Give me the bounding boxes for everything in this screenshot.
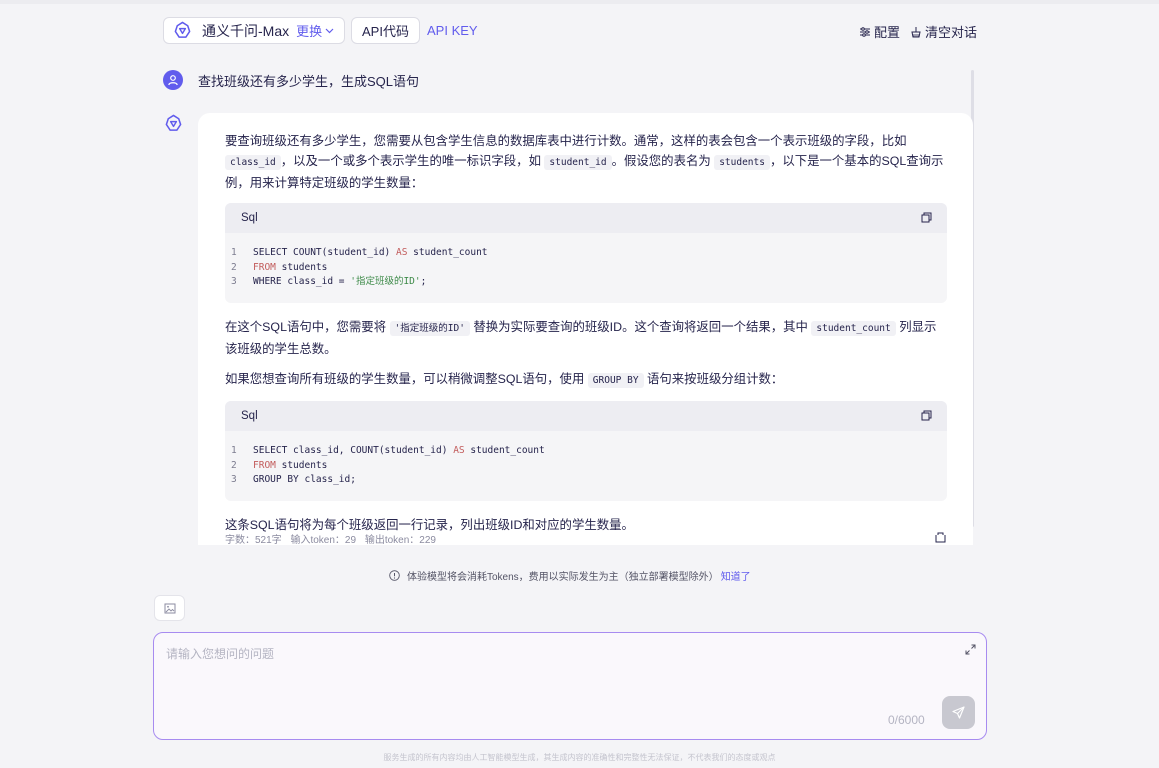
change-model-button[interactable]: 更换 bbox=[296, 21, 334, 40]
code-string: '指定班级的ID' bbox=[350, 276, 421, 287]
line-number: 3 bbox=[231, 474, 237, 485]
code-keyword: FROM bbox=[253, 459, 276, 471]
token-notice: 体验模型将会消耗Tokens，费用以实际发生为主（独立部署模型除外） 知道了 bbox=[389, 568, 751, 583]
answer-paragraph-2: 在这个SQL语句中，您需要将 '指定班级的ID' 替换为实际要查询的班级ID。这… bbox=[225, 317, 947, 359]
config-button[interactable]: 配置 bbox=[859, 22, 900, 41]
code-lines: 1 SELECT class_id, COUNT(student_id) AS s… bbox=[225, 431, 947, 488]
text-span: 如果您想查询所有班级的学生数量，可以稍微调整SQL语句，使用 bbox=[225, 372, 585, 386]
inline-code: student_count bbox=[811, 321, 896, 336]
text-span: 语句来按班级分组计数： bbox=[647, 372, 784, 386]
code-keyword: AS bbox=[453, 445, 465, 456]
code-line: 3 WHERE class_id = '指定班级的ID'; bbox=[231, 275, 947, 290]
output-token-count: 输出token：229 bbox=[364, 535, 436, 545]
code-lines: 1 SELECT COUNT(student_id) AS student_cou… bbox=[225, 233, 947, 290]
code-text: students bbox=[275, 459, 328, 471]
code-keyword: AS bbox=[396, 247, 408, 258]
code-line: 1 SELECT class_id, COUNT(student_id) AS s… bbox=[231, 444, 947, 459]
code-text: WHERE class_id = bbox=[253, 276, 351, 287]
tongyi-logo-icon bbox=[174, 21, 191, 38]
api-key-link[interactable]: API KEY bbox=[427, 23, 478, 38]
header-actions: 配置 清空对话 bbox=[849, 22, 977, 41]
broom-icon bbox=[911, 26, 921, 37]
text-span: ，以及一个或多个表示学生的唯一标识字段，如 bbox=[280, 154, 541, 168]
line-number: 1 bbox=[231, 247, 237, 258]
code-header: Sql bbox=[225, 203, 947, 233]
inline-code: students bbox=[714, 155, 770, 170]
sliders-icon bbox=[859, 26, 870, 37]
code-header: Sql bbox=[225, 401, 947, 431]
user-icon bbox=[168, 75, 178, 86]
notice-text: 体验模型将会消耗Tokens，费用以实际发生为主（独立部署模型除外） bbox=[407, 572, 719, 583]
text-span: 在这个SQL语句中，您需要将 bbox=[225, 320, 387, 334]
model-name: 通义千问-Max bbox=[202, 22, 290, 39]
notice-dismiss-link[interactable]: 知道了 bbox=[721, 568, 751, 583]
message-input[interactable] bbox=[164, 643, 924, 703]
inline-code: student_id bbox=[544, 155, 612, 170]
chat-header: 通义千问-Max 更换 API代码 API KEY 配置 清空对话 bbox=[163, 17, 977, 44]
image-upload-button[interactable] bbox=[154, 595, 185, 621]
code-keyword: FROM bbox=[253, 261, 276, 273]
chevron-down-icon bbox=[325, 28, 334, 33]
top-divider bbox=[0, 0, 1159, 4]
inline-code: '指定班级的ID' bbox=[389, 321, 470, 336]
change-model-label: 更换 bbox=[296, 24, 323, 39]
code-block-1: Sql 1 SELECT COUNT(student_id) AS student… bbox=[225, 203, 947, 303]
code-language: Sql bbox=[241, 212, 258, 224]
char-count: 字数：521字 bbox=[225, 535, 282, 545]
copy-answer-icon[interactable] bbox=[935, 532, 946, 543]
code-language: Sql bbox=[241, 410, 258, 422]
line-number: 3 bbox=[231, 276, 237, 287]
inline-code: GROUP BY bbox=[587, 373, 644, 388]
code-text: student_count bbox=[464, 445, 545, 456]
image-icon bbox=[164, 603, 175, 613]
clear-chat-button[interactable]: 清空对话 bbox=[910, 22, 977, 41]
api-code-button[interactable]: API代码 bbox=[351, 17, 420, 44]
code-line: 2 FROM students bbox=[231, 261, 947, 276]
input-token-count: 输入token：29 bbox=[290, 535, 357, 545]
config-label: 配置 bbox=[873, 25, 900, 40]
text-span: 替换为实际要查询的班级ID。这个查询将返回一个结果，其中 bbox=[473, 320, 808, 334]
copy-icon[interactable] bbox=[921, 410, 932, 421]
bot-avatar-icon bbox=[165, 114, 182, 131]
code-text: SELECT class_id, COUNT(student_id) bbox=[253, 445, 454, 456]
code-text: students bbox=[275, 261, 328, 273]
line-number: 2 bbox=[231, 459, 237, 471]
code-text: ; bbox=[420, 276, 427, 287]
answer-paragraph-3: 如果您想查询所有班级的学生数量，可以稍微调整SQL语句，使用 GROUP BY … bbox=[225, 369, 947, 391]
user-question-text: 查找班级还有多少学生，生成SQL语句 bbox=[198, 73, 420, 89]
line-number: 1 bbox=[231, 445, 237, 456]
text-span: 。假设您的表名为 bbox=[611, 154, 711, 168]
clear-chat-label: 清空对话 bbox=[924, 25, 977, 40]
char-counter: 0/6000 bbox=[888, 713, 925, 727]
answer-meta: 字数：521字 输入token：29 输出token：229 bbox=[225, 531, 442, 545]
answer-content: 要查询班级还有多少学生，您需要从包含学生信息的数据库表中进行计数。通常，这样的表… bbox=[225, 131, 947, 545]
code-line: 3 GROUP BY class_id; bbox=[231, 473, 947, 488]
inline-code: class_id bbox=[225, 155, 281, 170]
model-selector[interactable]: 通义千问-Max 更换 bbox=[163, 17, 345, 44]
send-button[interactable] bbox=[942, 696, 975, 729]
user-avatar bbox=[163, 70, 183, 90]
message-input-box: 0/6000 bbox=[153, 632, 987, 740]
user-message: 查找班级还有多少学生，生成SQL语句 bbox=[163, 70, 419, 90]
code-text: GROUP BY class_id; bbox=[253, 474, 356, 485]
info-icon bbox=[389, 570, 400, 581]
code-line: 2 FROM students bbox=[231, 459, 947, 474]
send-icon bbox=[952, 706, 965, 719]
answer-paragraph-1: 要查询班级还有多少学生，您需要从包含学生信息的数据库表中进行计数。通常，这样的表… bbox=[225, 131, 947, 193]
line-number: 2 bbox=[231, 261, 237, 273]
code-block-2: Sql 1 SELECT class_id, COUNT(student_id) … bbox=[225, 401, 947, 501]
disclaimer-footer: 服务生成的所有内容均由人工智能模型生成，其生成内容的准确性和完整性无法保证，不代… bbox=[383, 753, 776, 762]
copy-icon[interactable] bbox=[921, 212, 932, 223]
assistant-answer: 要查询班级还有多少学生，您需要从包含学生信息的数据库表中进行计数。通常，这样的表… bbox=[198, 113, 973, 545]
expand-icon[interactable] bbox=[965, 644, 976, 655]
text-span: 要查询班级还有多少学生，您需要从包含学生信息的数据库表中进行计数。通常，这样的表… bbox=[225, 134, 907, 148]
code-text: SELECT COUNT(student_id) bbox=[253, 247, 396, 258]
code-line: 1 SELECT COUNT(student_id) AS student_cou… bbox=[231, 246, 947, 261]
code-text: student_count bbox=[407, 247, 488, 258]
